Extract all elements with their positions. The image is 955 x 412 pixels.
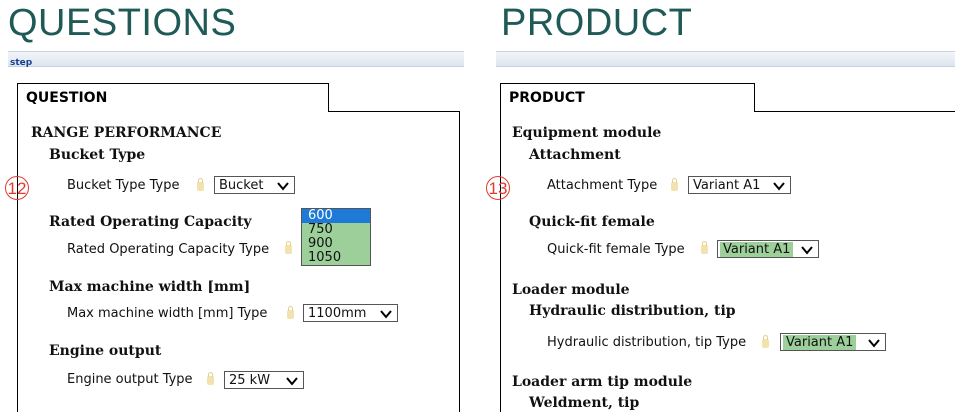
loader-module-header: Loader module [512, 282, 630, 298]
hydraulic-distribution-select[interactable]: Variant A1 [780, 333, 886, 351]
chevron-down-icon [286, 377, 298, 386]
bucket-type-header: Bucket Type [49, 147, 146, 163]
section-range-performance: RANGE PERFORMANCE [31, 125, 222, 141]
lock-icon [197, 178, 204, 191]
tab-join [501, 110, 753, 112]
max-width-value: 1100mm [308, 306, 367, 321]
lock-icon [701, 241, 708, 254]
lock-icon [762, 335, 769, 348]
hydraulic-distribution-label: Hydraulic distribution, tip Type [547, 335, 747, 350]
equipment-module-header: Equipment module [512, 125, 662, 141]
questions-title: QUESTIONS [8, 2, 237, 44]
lock-icon [207, 372, 214, 385]
step-marker-13: 13 [486, 176, 510, 200]
chevron-down-icon [868, 339, 880, 348]
weldment-tip-header: Weldment, tip [529, 395, 640, 411]
lock-icon [285, 241, 292, 254]
chevron-down-icon [801, 246, 813, 255]
quick-fit-select[interactable]: Variant A1 [717, 240, 819, 258]
capacity-dropdown-list[interactable]: 600 750 900 1050 [301, 208, 371, 266]
engine-output-select[interactable]: 25 kW [224, 371, 304, 389]
tab-question[interactable]: QUESTION [17, 83, 329, 112]
chevron-down-icon [277, 182, 289, 191]
tab-product[interactable]: PRODUCT [500, 83, 755, 112]
tab-question-label: QUESTION [26, 90, 108, 106]
step-bar: step [8, 51, 464, 68]
rated-capacity-header: Rated Operating Capacity [49, 214, 252, 230]
capacity-option[interactable]: 750 [302, 223, 370, 237]
engine-output-label: Engine output Type [67, 372, 193, 387]
bucket-type-label: Bucket Type Type [67, 178, 180, 193]
product-step-bar [496, 51, 955, 67]
chevron-down-icon [773, 182, 785, 191]
lock-icon [671, 178, 678, 191]
attachment-type-label: Attachment Type [547, 178, 658, 193]
attachment-type-select[interactable]: Variant A1 [688, 176, 791, 194]
hydraulic-distribution-value: Variant A1 [783, 335, 857, 350]
rated-capacity-label: Rated Operating Capacity Type [67, 242, 270, 257]
engine-output-value: 25 kW [229, 373, 271, 388]
lock-icon [287, 306, 294, 319]
hydraulic-distribution-header: Hydraulic distribution, tip [529, 303, 736, 319]
quick-fit-header: Quick-fit female [529, 214, 655, 230]
tab-join [18, 110, 327, 112]
step-marker-12: 12 [5, 176, 29, 200]
attachment-type-value: Variant A1 [693, 178, 761, 193]
capacity-option[interactable]: 900 [302, 237, 370, 251]
tab-product-label: PRODUCT [509, 90, 585, 106]
bucket-type-select[interactable]: Bucket [214, 176, 295, 194]
engine-output-header: Engine output [49, 343, 162, 359]
max-width-header: Max machine width [mm] [49, 279, 251, 295]
bucket-type-value: Bucket [219, 178, 264, 193]
max-width-label: Max machine width [mm] Type [67, 306, 268, 321]
step-label: step [10, 58, 33, 68]
quick-fit-value: Variant A1 [720, 242, 794, 257]
product-title: PRODUCT [501, 2, 693, 44]
attachment-header: Attachment [529, 147, 621, 163]
quick-fit-label: Quick-fit female Type [547, 242, 685, 257]
chevron-down-icon [380, 310, 392, 319]
capacity-option[interactable]: 1050 [302, 251, 370, 265]
max-width-select[interactable]: 1100mm [303, 304, 398, 322]
capacity-option[interactable]: 600 [302, 209, 370, 223]
loader-arm-tip-header: Loader arm tip module [512, 374, 693, 390]
